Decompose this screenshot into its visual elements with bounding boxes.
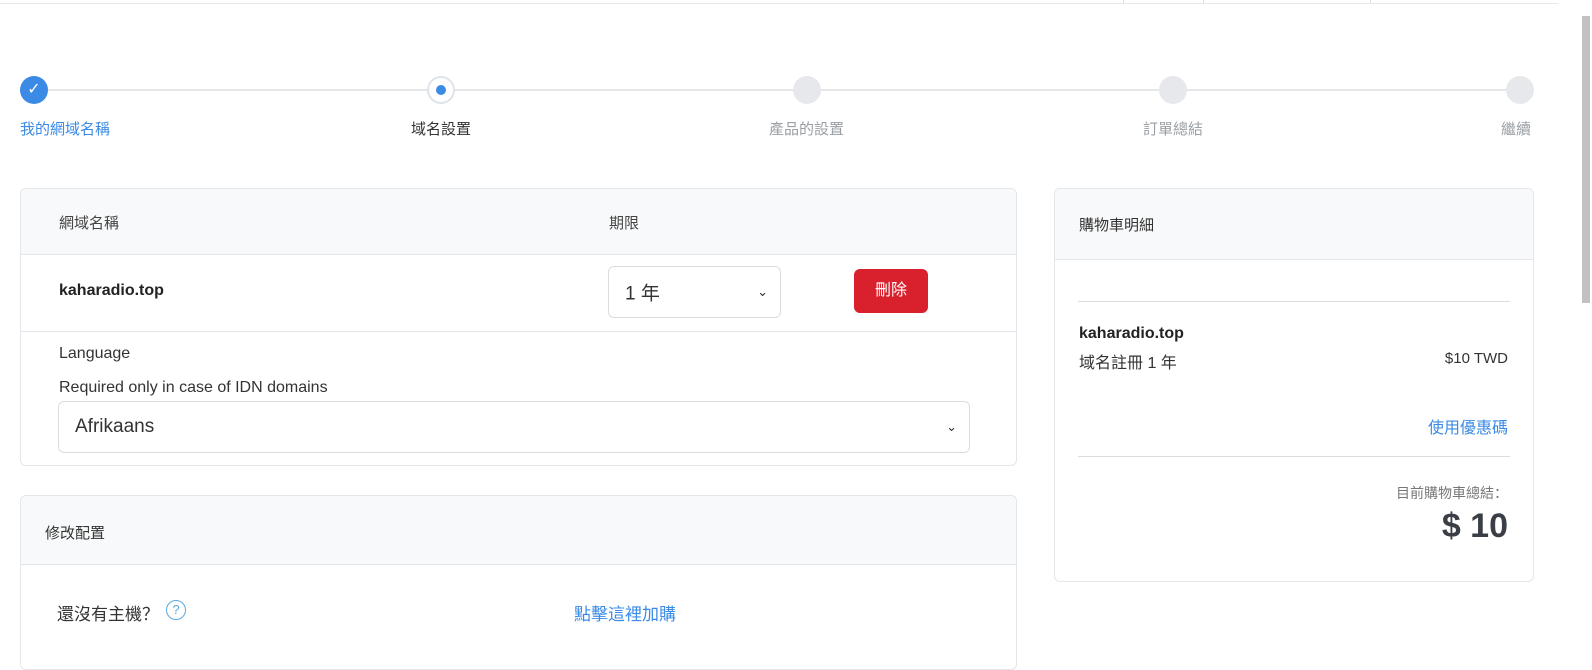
step-3-label: 產品的設置 (769, 121, 845, 138)
domain-cart-card: 網域名稱 期限 kaharadio.top 1 年 ⌄ 刪除 Language … (20, 188, 1017, 466)
chevron-down-icon: ⌄ (946, 419, 957, 434)
step-3-dot (793, 76, 821, 104)
language-value: Afrikaans (75, 416, 155, 437)
cart-summary-card: 購物車明細 kaharadio.top 域名註冊 1 年 $10 TWD 使用優… (1054, 188, 1534, 582)
header-domain: 網域名稱 (59, 215, 120, 232)
delete-button[interactable]: 刪除 (854, 269, 928, 313)
divider (1078, 301, 1510, 302)
no-host-text: 還沒有主機？ (57, 605, 159, 624)
step-4-dot (1159, 76, 1187, 104)
checkout-steps: ✓ 我的網域名稱 域名設置 產品的設置 訂單總結 繼續 (20, 74, 1534, 144)
total-amount: $ 10 (1441, 507, 1508, 545)
table-row: kaharadio.top 1 年 ⌄ 刪除 (21, 254, 1016, 332)
step-5-dot (1506, 76, 1534, 104)
language-hint: Required only in case of IDN domains (59, 379, 328, 396)
config-title: 修改配置 (21, 496, 1016, 565)
buy-hosting-link[interactable]: 點擊這裡加購 (574, 600, 676, 625)
summary-item-price: $10 TWD (1444, 350, 1508, 367)
total-label: 目前購物車總結： (1396, 485, 1508, 501)
domain-name: kaharadio.top (59, 282, 164, 299)
config-card: 修改配置 還沒有主機？ ? 點擊這裡加購 (20, 495, 1017, 670)
divider (1078, 456, 1510, 457)
summary-item-desc: 域名註冊 1 年 (1079, 355, 1177, 372)
table-header: 網域名稱 期限 (21, 189, 1016, 255)
summary-domain-name: kaharadio.top (1079, 325, 1184, 342)
step-1-label[interactable]: 我的網域名稱 (20, 118, 110, 139)
period-value: 1 年 (625, 283, 660, 305)
step-5-label: 繼續 (1501, 121, 1532, 138)
language-label: Language (59, 345, 131, 362)
header-period: 期限 (609, 215, 640, 232)
page-scrollbar[interactable] (1558, 0, 1592, 657)
period-select[interactable]: 1 年 ⌄ (608, 266, 781, 318)
step-4-label: 訂單總結 (1143, 121, 1204, 138)
scrollbar-thumb[interactable] (1582, 16, 1590, 303)
help-icon[interactable]: ? (166, 600, 186, 620)
step-1-check-icon[interactable]: ✓ (20, 76, 48, 104)
chevron-down-icon: ⌄ (757, 284, 768, 299)
step-2-current-icon (427, 76, 455, 104)
language-select[interactable]: Afrikaans ⌄ (58, 401, 970, 453)
top-bar (0, 0, 1558, 4)
step-2-label: 域名設置 (411, 121, 472, 138)
steps-track (34, 89, 1520, 91)
summary-title: 購物車明細 (1055, 189, 1533, 260)
promo-code-link[interactable]: 使用優惠碼 (1428, 414, 1508, 438)
